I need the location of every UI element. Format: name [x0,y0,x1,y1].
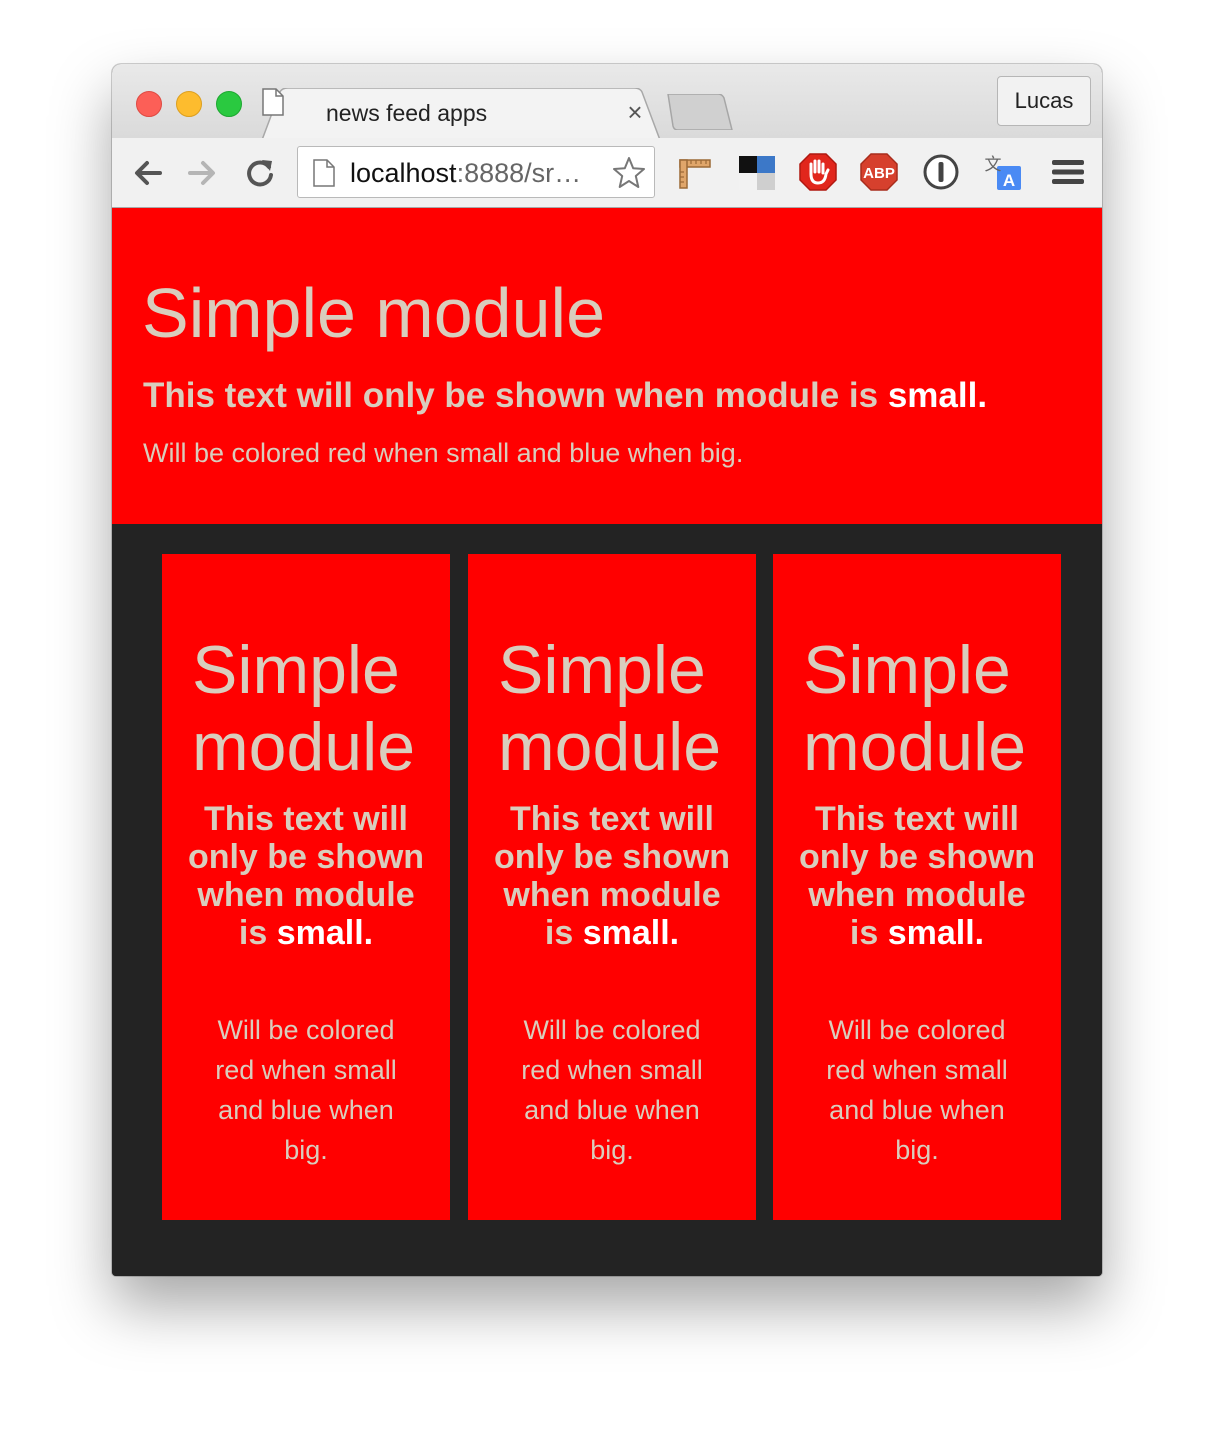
subtitle-text: This text will only be shown when module… [143,376,888,415]
module-title: Simple module [192,632,416,785]
svg-text:文: 文 [985,155,1002,175]
module-note: Will be colored red when small and blue … [143,438,744,468]
back-arrow-icon[interactable] [130,155,166,191]
svg-text:A: A [1003,171,1015,190]
address-bar[interactable]: localhost:8888/sr… [297,146,655,198]
close-tab-icon[interactable]: × [622,98,648,126]
menu-hamburger-icon[interactable] [1048,152,1088,192]
browser-toolbar: localhost:8888/sr… ABP A 文 [112,138,1102,208]
simple-module-large: Simple module This text will only be sho… [112,208,1102,524]
window-minimize-button[interactable] [176,91,202,117]
subtitle-strong: small [276,914,364,952]
stop-hand-extension-icon[interactable] [798,152,838,192]
profile-button[interactable]: Lucas [997,76,1091,126]
module-subtitle: This text will only be shown when module… [182,800,430,952]
tab-news-feed-apps[interactable]: news feed apps × [262,88,662,140]
onepassword-extension-icon[interactable] [921,152,961,192]
module-note: Will be colored red when small and blue … [826,1015,1008,1165]
module-note: Will be colored red when small and blue … [521,1015,703,1165]
adblock-plus-extension-icon[interactable]: ABP [859,152,899,192]
subtitle-strong: small [582,914,670,952]
page-viewport: Simple module This text will only be sho… [112,208,1102,1276]
new-tab-button[interactable] [664,94,734,130]
browser-window: news feed apps × Lucas localhost:8888/sr… [112,64,1102,1276]
subtitle-end: . [974,914,985,952]
module-subtitle: This text will only be shown when module… [793,800,1041,952]
subtitle-strong: small [887,376,978,415]
tab-title: news feed apps [326,100,488,126]
tile-extension-icon[interactable] [737,152,777,192]
page-icon [262,88,284,116]
reload-icon[interactable] [242,155,278,191]
window-maximize-button[interactable] [216,91,242,117]
subtitle-end: . [363,914,374,952]
translate-extension-icon[interactable]: A 文 [983,152,1023,192]
bookmark-star-icon[interactable] [611,155,647,191]
tab-strip: news feed apps × Lucas [112,64,1102,140]
module-title: Simple module [803,632,1027,785]
url-host: localhost [350,158,457,188]
module-note: Will be colored red when small and blue … [215,1015,397,1165]
module-subtitle: This text will only be shown when module… [488,800,736,952]
url-path: :8888/sr… [456,158,582,188]
module-subtitle: This text will only be shown when module… [143,376,987,416]
subtitle-end: . [669,914,680,952]
simple-module-card: Simple module This text will only be sho… [773,554,1061,1220]
page-icon [313,159,335,187]
subtitle-strong: small [887,914,975,952]
module-grid: Simple module This text will only be sho… [112,554,1102,1220]
window-close-button[interactable] [136,91,162,117]
module-title: Simple module [498,632,722,785]
subtitle-end: . [977,376,988,415]
url-text: localhost:8888/sr… [350,158,581,189]
simple-module-card: Simple module This text will only be sho… [468,554,756,1220]
simple-module-card: Simple module This text will only be sho… [162,554,450,1220]
ruler-extension-icon[interactable] [676,152,716,192]
module-title: Simple module [142,274,605,352]
adblock-label: ABP [863,165,895,182]
forward-arrow-icon[interactable] [184,155,220,191]
